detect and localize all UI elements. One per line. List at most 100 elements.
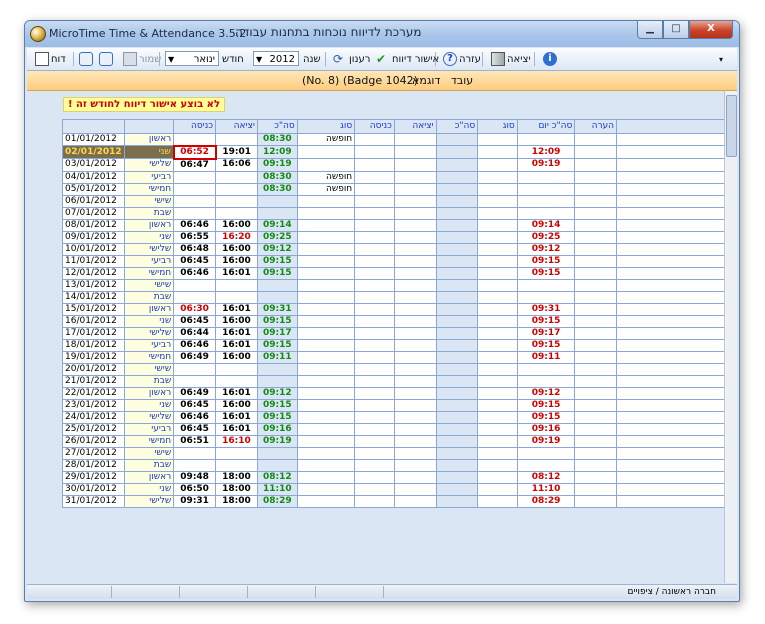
row-entry2[interactable] xyxy=(354,254,395,268)
row-exit[interactable]: 16:01 xyxy=(215,338,258,352)
row-entry2[interactable] xyxy=(354,350,395,364)
approve-report-button[interactable]: ✔ אישור דיווח xyxy=(374,51,439,67)
row-day-total[interactable]: 08:12 xyxy=(516,470,576,484)
row-note[interactable] xyxy=(574,302,618,316)
table-row[interactable]: 24/01/2012 שלישי 06:46 16:01 09:15 09:15 xyxy=(62,410,725,424)
row-exit[interactable] xyxy=(215,170,258,184)
row-exit2[interactable] xyxy=(393,170,437,184)
report-button[interactable]: דוח xyxy=(33,51,66,67)
row-total2[interactable] xyxy=(435,290,479,304)
row-entry[interactable]: 06:51 xyxy=(173,434,217,448)
row-entry[interactable] xyxy=(173,374,217,388)
row-exit2[interactable] xyxy=(393,482,437,496)
row-total2[interactable] xyxy=(435,494,479,508)
table-row[interactable]: 23/01/2012 שני 06:45 16:00 09:15 09:15 xyxy=(62,398,725,412)
row-total[interactable]: 09:12 xyxy=(256,242,298,256)
row-type[interactable] xyxy=(296,422,356,436)
row-total2[interactable] xyxy=(435,410,479,424)
row-total[interactable] xyxy=(256,362,298,376)
row-day-total[interactable]: 09:15 xyxy=(516,410,576,424)
row-total2[interactable] xyxy=(435,458,479,472)
row-day[interactable]: שלישי xyxy=(123,410,175,424)
row-entry2[interactable] xyxy=(354,182,395,196)
row-entry[interactable] xyxy=(173,458,217,472)
row-note[interactable] xyxy=(574,278,618,292)
row-type[interactable] xyxy=(296,338,356,352)
row-date[interactable]: 10/01/2012 xyxy=(62,242,125,256)
row-type2[interactable] xyxy=(477,242,518,256)
row-note[interactable] xyxy=(574,290,618,304)
row-type[interactable] xyxy=(296,434,356,448)
row-day[interactable]: שני xyxy=(123,314,175,328)
row-day[interactable]: שבת xyxy=(123,374,175,388)
row-exit[interactable]: 16:06 xyxy=(215,158,258,172)
row-exit[interactable] xyxy=(215,194,258,208)
row-total2[interactable] xyxy=(435,422,479,436)
row-total2[interactable] xyxy=(435,386,479,400)
row-entry2[interactable] xyxy=(354,434,395,448)
row-total2[interactable] xyxy=(435,266,479,280)
row-total2[interactable] xyxy=(435,338,479,352)
row-exit[interactable] xyxy=(215,182,258,196)
row-day[interactable]: שבת xyxy=(123,290,175,304)
row-total[interactable]: 09:11 xyxy=(256,350,298,364)
row-day[interactable]: שלישי xyxy=(123,242,175,256)
row-day[interactable]: שישי xyxy=(123,446,175,460)
row-exit[interactable]: 16:01 xyxy=(215,410,258,424)
row-exit[interactable] xyxy=(215,290,258,304)
row-date[interactable]: 11/01/2012 xyxy=(62,254,125,268)
row-exit2[interactable] xyxy=(393,350,437,364)
row-date[interactable]: 01/01/2012 xyxy=(62,133,125,146)
row-type[interactable] xyxy=(296,398,356,412)
row-day-total[interactable]: 09:15 xyxy=(516,338,576,352)
row-type[interactable] xyxy=(296,386,356,400)
row-total2[interactable] xyxy=(435,230,479,244)
row-exit[interactable]: 16:20 xyxy=(215,230,258,244)
row-type[interactable] xyxy=(296,326,356,340)
row-exit2[interactable] xyxy=(393,386,437,400)
row-type2[interactable] xyxy=(477,362,518,376)
col-exit2[interactable]: יציאה xyxy=(393,119,437,134)
table-row[interactable]: 27/01/2012 שישי xyxy=(62,446,725,460)
row-note[interactable] xyxy=(574,133,618,146)
row-total[interactable]: 09:19 xyxy=(256,158,298,172)
row-total2[interactable] xyxy=(435,242,479,256)
row-total[interactable]: 09:31 xyxy=(256,302,298,316)
row-date[interactable]: 20/01/2012 xyxy=(62,362,125,376)
row-entry[interactable]: 06:30 xyxy=(173,302,217,316)
row-total2[interactable] xyxy=(435,302,479,316)
row-entry2[interactable] xyxy=(354,338,395,352)
table-row[interactable]: 06/01/2012 שישי xyxy=(62,194,725,208)
row-entry2[interactable] xyxy=(354,290,395,304)
row-date[interactable]: 18/01/2012 xyxy=(62,338,125,352)
row-entry[interactable] xyxy=(173,170,217,184)
row-date[interactable]: 04/01/2012 xyxy=(62,170,125,184)
row-total2[interactable] xyxy=(435,278,479,292)
row-type[interactable] xyxy=(296,266,356,280)
row-date[interactable]: 28/01/2012 xyxy=(62,458,125,472)
col-type2[interactable]: סוג xyxy=(477,119,518,134)
row-day-total[interactable]: 08:29 xyxy=(516,494,576,508)
row-type2[interactable] xyxy=(477,482,518,496)
row-entry[interactable]: 06:52 xyxy=(172,144,217,160)
row-type2[interactable] xyxy=(477,182,518,196)
row-entry2[interactable] xyxy=(354,266,395,280)
row-type[interactable] xyxy=(296,302,356,316)
row-note[interactable] xyxy=(574,194,618,208)
row-exit[interactable] xyxy=(215,362,258,376)
row-exit2[interactable] xyxy=(393,145,437,159)
row-note[interactable] xyxy=(574,362,618,376)
row-entry2[interactable] xyxy=(354,278,395,292)
row-total2[interactable] xyxy=(435,194,479,208)
row-exit2[interactable] xyxy=(393,446,437,460)
row-date[interactable]: 25/01/2012 xyxy=(62,422,125,436)
row-entry[interactable]: 06:45 xyxy=(173,314,217,328)
row-exit2[interactable] xyxy=(393,398,437,412)
row-type2[interactable] xyxy=(477,422,518,436)
table-row[interactable]: 25/01/2012 רביעי 06:45 16:01 09:16 09:16 xyxy=(62,422,725,436)
year-select[interactable]: ▼ 2012 xyxy=(253,51,299,66)
row-entry[interactable]: 09:31 xyxy=(173,494,217,508)
row-type[interactable] xyxy=(296,446,356,460)
row-date[interactable]: 13/01/2012 xyxy=(62,278,125,292)
row-note[interactable] xyxy=(574,338,618,352)
